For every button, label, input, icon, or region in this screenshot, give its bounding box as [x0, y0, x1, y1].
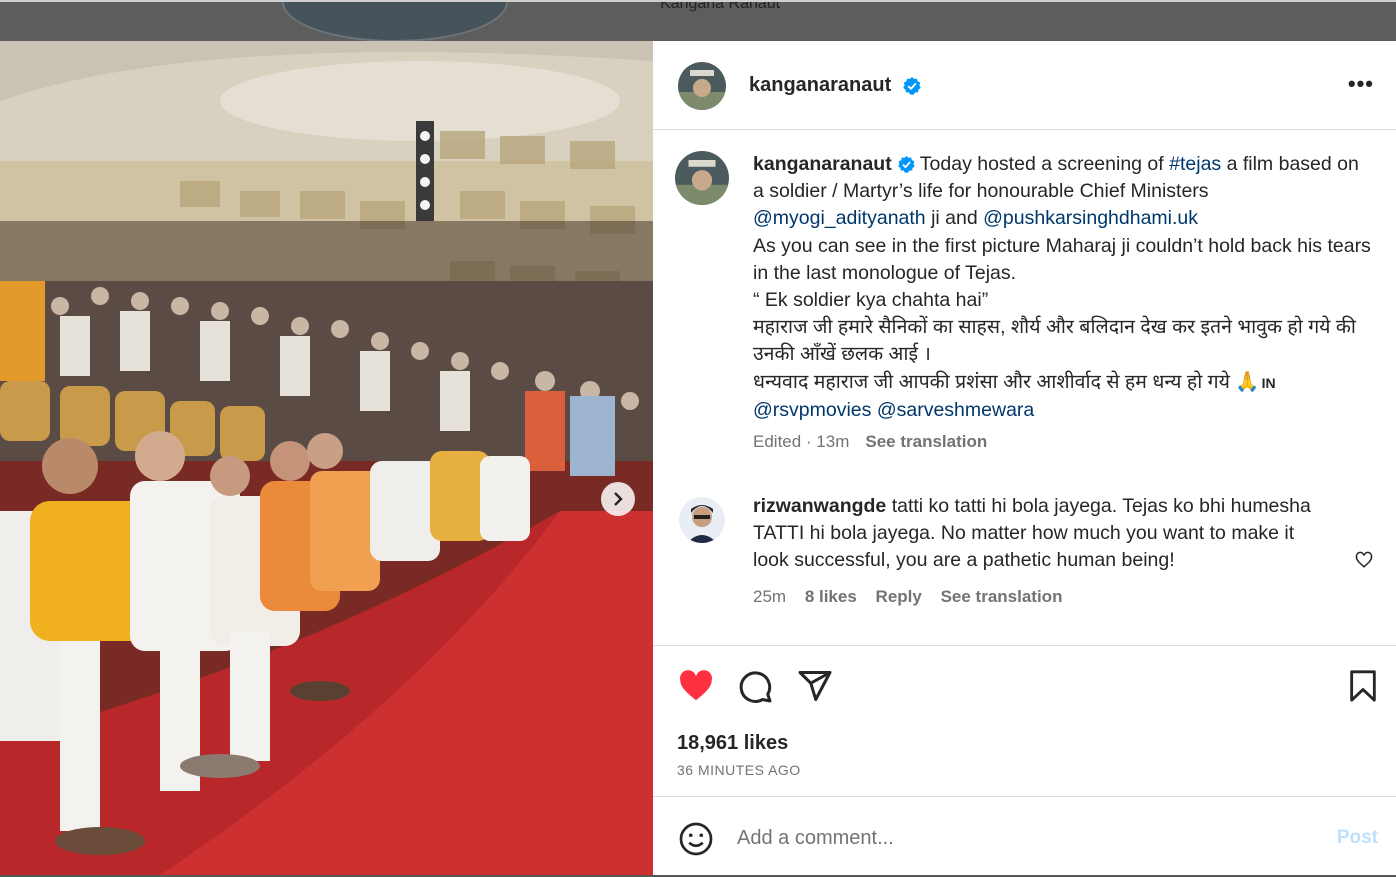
- caption-avatar-image: [675, 151, 729, 205]
- comment-like-button[interactable]: [1355, 551, 1373, 574]
- comment-item: rizwanwangde tatti ko tatti hi bola jaye…: [675, 493, 1375, 607]
- commenter-avatar-image: [679, 497, 725, 543]
- emoji-button[interactable]: [678, 821, 714, 862]
- background-post-name: Kangana Ranaut: [660, 0, 781, 12]
- commenter-username[interactable]: rizwanwangde: [753, 495, 886, 517]
- more-options-button[interactable]: •••: [1348, 71, 1374, 97]
- caption-author-avatar[interactable]: [675, 151, 729, 205]
- post-header: kanganaranaut •••: [653, 41, 1396, 130]
- author-username-text[interactable]: kanganaranaut: [749, 74, 891, 96]
- author-avatar[interactable]: [678, 62, 726, 110]
- smiley-face-icon: [679, 822, 713, 856]
- mention-link[interactable]: @rsvpmovies: [753, 399, 871, 421]
- post-caption: kanganaranaut Today hosted a screening o…: [675, 151, 1375, 452]
- caption-part: ji and: [925, 207, 984, 230]
- commenter-avatar[interactable]: [679, 497, 725, 543]
- save-button[interactable]: [1346, 668, 1380, 709]
- hashtag-link[interactable]: #tejas: [1169, 153, 1221, 175]
- reply-button[interactable]: Reply: [876, 587, 922, 606]
- verified-badge-icon: [897, 156, 915, 174]
- verified-badge-icon: [903, 76, 921, 95]
- paper-plane-icon: [798, 671, 832, 701]
- comment-meta: 25m 8 likes Reply See translation: [753, 587, 1375, 607]
- background-post-image: [282, 2, 508, 41]
- comment-input[interactable]: [737, 823, 1297, 853]
- like-button[interactable]: [677, 668, 715, 709]
- author-avatar-image: [678, 62, 726, 110]
- auditorium-photo-illustration: [0, 41, 653, 875]
- comment-likes-button[interactable]: 8 likes: [805, 587, 857, 606]
- comment-bubble-icon: [739, 671, 772, 703]
- caption-line: “ Ek soldier kya chahta hai”: [753, 289, 989, 312]
- comment-button[interactable]: [737, 668, 773, 709]
- bookmark-icon: [1350, 670, 1376, 702]
- flag-text: IN: [1261, 374, 1276, 391]
- post-timestamp: 36 MINUTES AGO: [677, 762, 801, 778]
- caption-username[interactable]: kanganaranaut: [753, 153, 892, 175]
- share-button[interactable]: [797, 668, 833, 709]
- post-comment-button[interactable]: Post: [1337, 827, 1378, 849]
- background-page-strip: Kangana Ranaut: [0, 0, 1396, 41]
- heart-outline-icon: [1355, 551, 1373, 568]
- caption-line: धन्यवाद महाराज जी आपकी प्रशंसा और आशीर्व…: [753, 370, 1260, 393]
- caption-line: महाराज जी हमारे सैनिकों का साहस, शौर्य औ…: [753, 316, 1356, 366]
- post-details-panel: kanganaranaut ••• kanganaranaut Today ho…: [653, 41, 1396, 875]
- likes-count[interactable]: 18,961 likes: [677, 732, 788, 755]
- mention-link[interactable]: @pushkarsinghdhami.uk: [983, 207, 1198, 229]
- caption-edited-time: Edited · 13m: [753, 432, 850, 452]
- next-slide-button[interactable]: [601, 482, 635, 516]
- comment-time: 25m: [753, 586, 787, 606]
- chevron-right-icon: [614, 492, 623, 506]
- post-actions: 18,961 likes 36 MINUTES AGO Post: [653, 645, 1396, 875]
- caption-line: As you can see in the first picture Maha…: [753, 234, 1371, 284]
- author-username[interactable]: kanganaranaut: [749, 74, 921, 97]
- mention-link[interactable]: @sarveshmewara: [877, 399, 1034, 421]
- add-comment-bar: Post: [653, 796, 1396, 876]
- mention-link[interactable]: @myogi_adityanath: [753, 207, 926, 229]
- post-photo[interactable]: [0, 41, 653, 875]
- comment-text: rizwanwangde tatti ko tatti hi bola jaye…: [753, 493, 1375, 575]
- caption-text: kanganaranaut Today hosted a screening o…: [753, 151, 1375, 424]
- see-translation-button[interactable]: See translation: [865, 432, 987, 451]
- more-options-icon: •••: [1347, 71, 1374, 96]
- heart-filled-icon: [680, 670, 712, 701]
- caption-meta: Edited · 13m See translation: [753, 432, 1375, 452]
- caption-part: Today hosted a screening of: [914, 153, 1170, 175]
- comment-see-translation-button[interactable]: See translation: [941, 587, 1063, 606]
